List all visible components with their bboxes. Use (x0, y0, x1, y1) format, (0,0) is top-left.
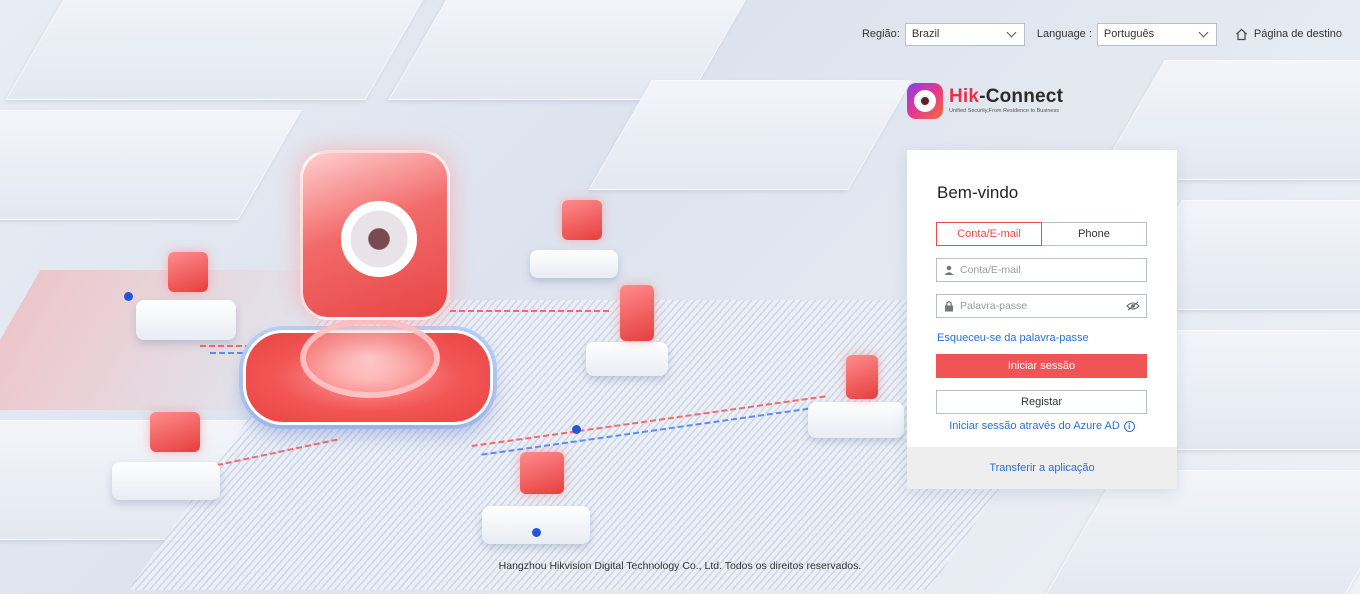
bg-node (482, 506, 590, 544)
language-label: Language : (1036, 28, 1092, 40)
region-label: Região: (861, 28, 900, 40)
bg-ring (300, 318, 440, 398)
bg-node (808, 402, 904, 438)
bg-tile (0, 110, 302, 220)
download-app-link[interactable]: Transferir a aplicação (989, 462, 1094, 474)
password-field[interactable] (936, 294, 1147, 318)
forgot-password-link[interactable]: Esqueceu-se da palavra-passe (937, 332, 1089, 344)
tab-account-email[interactable]: Conta/E-mail (936, 222, 1042, 246)
hik-connect-logo-icon (907, 83, 943, 119)
top-bar: Região: Brazil Language : Português Pági… (862, 22, 1342, 46)
info-icon[interactable]: i (1123, 420, 1135, 432)
login-method-tabs: Conta/E-mail Phone (936, 222, 1147, 246)
bg-dot (532, 528, 541, 537)
bg-node (586, 342, 668, 376)
bg-dot (124, 292, 133, 301)
user-icon (943, 265, 954, 276)
home-icon (1235, 28, 1248, 41)
window-icon (168, 252, 208, 292)
chevron-down-icon (1006, 27, 1017, 37)
camera-app-icon (300, 150, 450, 320)
account-field[interactable] (936, 258, 1147, 282)
azure-ad-login-label: Iniciar sessão através do Azure AD (949, 420, 1120, 432)
home-link-label: Página de destino (1253, 28, 1342, 40)
video-play-icon (520, 452, 564, 494)
login-card: Bem-vindo Conta/E-mail Phone Esqueceu-se… (907, 150, 1177, 489)
bg-dot (572, 425, 581, 434)
bg-node (112, 462, 220, 500)
logo-name: Hik-Connect (949, 86, 1064, 107)
calendar-check-icon (562, 200, 602, 240)
card-footer: Transferir a aplicação (907, 447, 1177, 489)
welcome-title: Bem-vindo (937, 183, 1019, 202)
login-button[interactable]: Iniciar sessão (936, 354, 1147, 378)
bg-tile (5, 0, 435, 100)
language-select[interactable]: Português (1096, 22, 1217, 46)
region-select[interactable]: Brazil (904, 22, 1025, 46)
chevron-down-icon (1198, 27, 1209, 37)
region-value: Brazil (911, 28, 940, 40)
hik-connect-logo: Hik-Connect Unified Security,From Reside… (907, 83, 1063, 119)
register-button[interactable]: Registar (936, 390, 1147, 414)
copyright-text: Hangzhou Hikvision Digital Technology Co… (498, 560, 862, 572)
alarm-icon (846, 355, 878, 399)
password-input[interactable] (960, 300, 1120, 312)
language-value: Português (1103, 28, 1155, 40)
door-icon (620, 285, 654, 341)
home-page-link[interactable]: Página de destino (1235, 28, 1342, 41)
bg-node (136, 300, 236, 340)
account-input[interactable] (960, 264, 1140, 276)
car-icon (150, 412, 200, 452)
azure-ad-login-link[interactable]: Iniciar sessão através do Azure AD i (907, 420, 1177, 432)
lock-icon (943, 300, 954, 312)
eye-hidden-icon[interactable] (1126, 301, 1140, 312)
tab-phone[interactable]: Phone (1042, 222, 1147, 246)
logo-tagline: Unified Security,From Residence to Busin… (949, 108, 1059, 114)
bg-node (530, 250, 618, 278)
bg-wire (450, 310, 610, 312)
